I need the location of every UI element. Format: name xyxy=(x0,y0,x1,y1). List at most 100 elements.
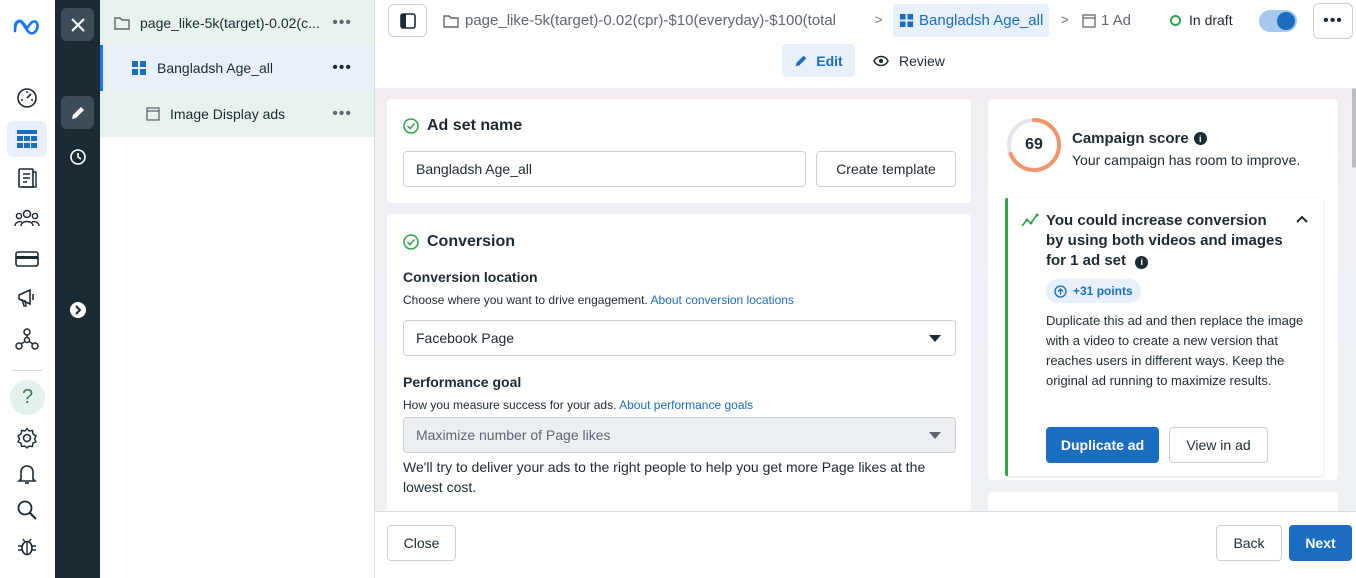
conversion-title: Conversion xyxy=(427,233,516,250)
breadcrumb-campaign[interactable]: page_like-5k(target)-0.02(cpr)-$10(every… xyxy=(443,4,836,37)
breadcrumb-ad-label: 1 Ad xyxy=(1101,12,1132,29)
edit-mode-icon[interactable] xyxy=(61,96,94,129)
recommendation-body: Duplicate this ad and then replace the i… xyxy=(1046,313,1304,388)
info-icon[interactable]: i xyxy=(1135,255,1149,269)
tree-item-campaign[interactable]: page_like-5k(target)-0.02(c... ••• xyxy=(100,0,374,45)
info-icon[interactable]: i xyxy=(1193,132,1207,145)
about-performance-goals-link[interactable]: About performance goals xyxy=(619,398,753,412)
toggle-knob xyxy=(1277,12,1295,30)
performance-goal-help: How you measure success for your ads. Ab… xyxy=(403,398,753,412)
header-more-button[interactable]: ••• xyxy=(1313,3,1353,39)
help-icon[interactable]: ? xyxy=(10,380,45,415)
tab-review-label: Review xyxy=(899,52,945,69)
history-icon[interactable] xyxy=(61,140,94,173)
performance-goal-description: We'll try to deliver your ads to the rig… xyxy=(403,459,926,495)
global-nav-rail: ? xyxy=(0,0,55,578)
status-label: In draft xyxy=(1189,12,1233,28)
recommendation-title: You could increase conversion by using b… xyxy=(1046,211,1286,271)
back-button[interactable]: Back xyxy=(1216,525,1282,561)
audiences-icon[interactable] xyxy=(7,200,47,236)
search-icon[interactable] xyxy=(7,492,47,528)
points-badge: +31 points xyxy=(1046,279,1141,303)
bug-report-icon[interactable] xyxy=(7,528,47,564)
performance-goal-select: Maximize number of Page likes xyxy=(403,417,956,453)
recommendation-card: You could increase conversion by using b… xyxy=(1005,198,1323,476)
conversion-location-select[interactable]: Facebook Page xyxy=(403,320,956,356)
scrollbar[interactable] xyxy=(1352,88,1356,168)
notifications-icon[interactable] xyxy=(7,456,47,492)
folder-icon xyxy=(114,16,130,30)
conversion-heading: Conversion xyxy=(403,233,515,251)
campaign-tree: page_like-5k(target)-0.02(c... ••• Bangl… xyxy=(100,0,375,578)
publish-toggle[interactable] xyxy=(1259,10,1297,32)
tab-edit[interactable]: Edit xyxy=(782,44,855,77)
help-glyph: ? xyxy=(21,386,34,408)
duplicate-ad-button[interactable]: Duplicate ad xyxy=(1046,427,1159,463)
expand-panel-icon[interactable] xyxy=(61,293,94,326)
adset-name-input[interactable]: Bangladsh Age_all xyxy=(403,151,806,187)
adset-more-icon[interactable]: ••• xyxy=(332,59,352,77)
business-icon[interactable] xyxy=(7,321,47,357)
breadcrumb-adset[interactable]: Bangladsh Age_all xyxy=(893,4,1050,37)
adset-grid-icon xyxy=(899,13,914,28)
ad-icon xyxy=(1082,13,1096,28)
tab-review[interactable]: Review xyxy=(873,44,945,77)
performance-goal-label: Performance goal xyxy=(403,374,522,390)
next-button[interactable]: Next xyxy=(1289,525,1352,561)
tree-item-campaign-label: page_like-5k(target)-0.02(c... xyxy=(140,14,320,31)
settings-icon[interactable] xyxy=(7,420,47,456)
breadcrumb-ad[interactable]: 1 Ad xyxy=(1082,4,1131,37)
adset-grid-icon xyxy=(132,61,146,75)
chevron-down-icon xyxy=(929,432,941,439)
billing-icon[interactable] xyxy=(7,241,47,277)
status-badge: In draft xyxy=(1170,12,1233,28)
editor-main: Ad set name Bangladsh Age_all Create tem… xyxy=(375,88,1356,511)
campaign-more-icon[interactable]: ••• xyxy=(332,14,352,32)
campaign-icon[interactable] xyxy=(7,280,47,316)
recommendation-title-text: You could increase conversion by using b… xyxy=(1046,212,1283,269)
conversion-card: Conversion Conversion location Choose wh… xyxy=(387,214,971,511)
breadcrumb-adset-label: Bangladsh Age_all xyxy=(919,12,1044,29)
points-label: +31 points xyxy=(1073,284,1133,298)
performance-goal-help-text: How you measure success for your ads. xyxy=(403,398,617,412)
chevron-up-icon[interactable] xyxy=(1296,215,1308,223)
view-in-ad-button[interactable]: View in ad xyxy=(1169,427,1268,463)
check-circle-icon xyxy=(403,118,419,134)
campaign-score-card: 69 Campaign score i Your campaign has ro… xyxy=(988,99,1338,480)
ads-manager-icon[interactable] xyxy=(7,121,47,157)
meta-logo-icon[interactable] xyxy=(7,8,47,44)
adset-name-card: Ad set name Bangladsh Age_all Create tem… xyxy=(387,99,971,203)
tree-item-adset-label: Bangladsh Age_all xyxy=(157,60,273,76)
trend-icon xyxy=(1021,213,1039,227)
close-editor-button[interactable] xyxy=(61,8,94,41)
dashboard-icon[interactable] xyxy=(7,80,47,116)
conversion-location-label: Conversion location xyxy=(403,269,538,285)
score-title: Campaign score xyxy=(1072,130,1189,147)
tree-item-adset[interactable]: Bangladsh Age_all ••• xyxy=(100,45,374,91)
performance-goal-value: Maximize number of Page likes xyxy=(416,427,611,443)
adset-name-heading: Ad set name xyxy=(403,117,522,135)
create-template-button[interactable]: Create template xyxy=(816,151,956,187)
arrow-up-circle-icon xyxy=(1054,284,1067,298)
chevron-down-icon xyxy=(929,335,941,342)
sidebar-toggle-icon xyxy=(399,12,416,29)
pencil-icon xyxy=(796,55,807,66)
ad-more-icon[interactable]: ••• xyxy=(332,105,352,123)
folder-icon xyxy=(443,14,459,28)
about-conversion-locations-link[interactable]: About conversion locations xyxy=(651,293,794,307)
next-card xyxy=(988,492,1338,511)
close-button[interactable]: Close xyxy=(387,525,456,561)
editor-header: page_like-5k(target)-0.02(cpr)-$10(every… xyxy=(375,0,1356,88)
ad-icon xyxy=(146,107,160,121)
breadcrumb-separator: > xyxy=(875,12,883,27)
tree-item-ad[interactable]: Image Display ads ••• xyxy=(100,91,374,137)
editor-tool-strip xyxy=(55,0,100,578)
tab-edit-label: Edit xyxy=(816,52,843,69)
toggle-panel-button[interactable] xyxy=(388,4,427,37)
pages-icon[interactable] xyxy=(7,160,47,196)
check-circle-icon xyxy=(403,234,419,250)
tree-item-ad-label: Image Display ads xyxy=(170,106,286,122)
status-dot-icon xyxy=(1170,14,1181,26)
breadcrumb-separator: > xyxy=(1061,12,1069,27)
eye-icon xyxy=(873,55,889,66)
